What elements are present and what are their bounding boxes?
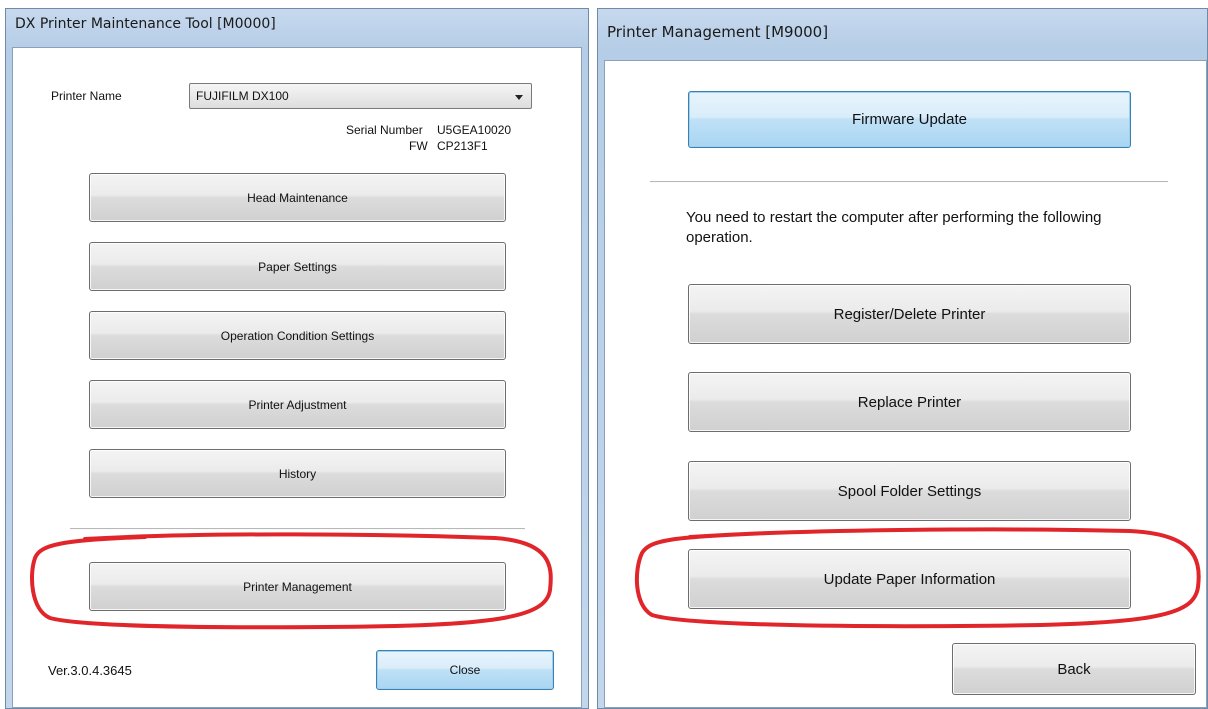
paper-settings-button[interactable]: Paper Settings [89,242,506,291]
back-button[interactable]: Back [952,643,1196,695]
printer-name-label: Printer Name [51,89,122,103]
maintenance-tool-window: DX Printer Maintenance Tool [M0000] Prin… [5,8,589,709]
fw-value: CP213F1 [437,139,488,153]
operation-condition-settings-button[interactable]: Operation Condition Settings [89,311,506,360]
restart-notice-text: You need to restart the computer after p… [686,209,1102,246]
update-paper-information-button[interactable]: Update Paper Information [688,549,1131,609]
serial-number-value: U5GEA10020 [437,123,512,137]
printer-management-button[interactable]: Printer Management [89,562,506,611]
history-button[interactable]: History [89,449,506,498]
register-delete-printer-button[interactable]: Register/Delete Printer [688,284,1131,344]
head-maintenance-button[interactable]: Head Maintenance [89,173,506,222]
chevron-down-icon [515,95,523,100]
window-title: DX Printer Maintenance Tool [M0000] [15,16,276,32]
version-label: Ver.3.0.4.3645 [48,663,132,678]
printer-name-select[interactable]: FUJIFILM DX100 [189,83,532,109]
serial-number-label: Serial Number [346,123,423,137]
spool-folder-settings-button[interactable]: Spool Folder Settings [688,461,1131,521]
firmware-update-button[interactable]: Firmware Update [688,91,1131,148]
window-client-area: Printer Name FUJIFILM DX100 Serial Numbe… [12,47,582,708]
printer-management-window: Printer Management [M9000] Firmware Upda… [597,8,1208,709]
close-button[interactable]: Close [376,650,554,690]
window-title: Printer Management [M9000] [607,23,829,41]
printer-name-value: FUJIFILM DX100 [196,89,289,103]
separator [650,181,1168,183]
window-client-area: Firmware Update You need to restart the … [604,60,1207,708]
printer-adjustment-button[interactable]: Printer Adjustment [89,380,506,429]
replace-printer-button[interactable]: Replace Printer [688,372,1131,432]
fw-label: FW [409,139,428,153]
separator [70,528,525,530]
